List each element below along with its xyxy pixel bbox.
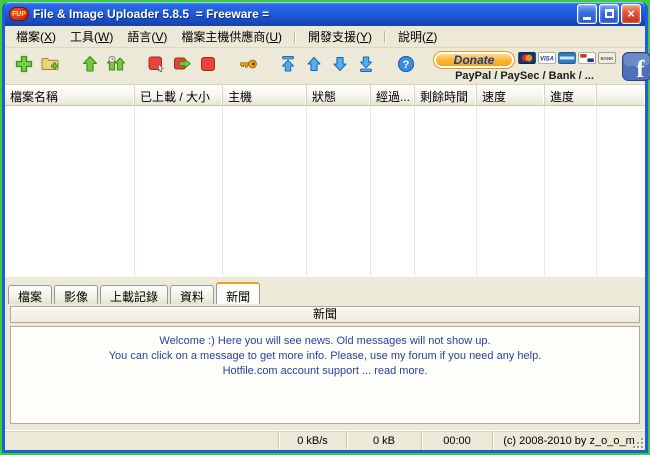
news-list: Welcome :) Here you will see news. Old m… (10, 326, 640, 424)
window-title: File & Image Uploader 5.8.5 = Freeware = (33, 7, 573, 21)
column-header-elapsed[interactable]: 經過... (371, 85, 415, 105)
skip-button[interactable] (169, 53, 195, 79)
accounts-key-icon (238, 54, 258, 79)
status-time: 00:00 (421, 431, 492, 450)
column-gridline (222, 106, 223, 277)
file-list-header: 檔案名稱已上載 / 大小主機狀態經過...剩餘時間速度進度 (5, 85, 645, 106)
move-bottom-button[interactable] (353, 53, 379, 79)
column-gridline (370, 106, 371, 277)
toolbar: ? Donate VISA BANK PayPal / PaySec / Bank… (5, 48, 645, 85)
help-button[interactable]: ? (393, 53, 419, 79)
move-bottom-icon (356, 54, 376, 79)
menu-help[interactable]: 說明(Z) (391, 26, 444, 47)
close-button[interactable]: × (621, 4, 641, 24)
column-header-host[interactable]: 主機 (223, 85, 307, 105)
stop-current-icon (146, 54, 166, 79)
svg-text:f: f (636, 56, 645, 81)
visa-icon: VISA (538, 51, 556, 69)
card-generic-icon (578, 51, 596, 69)
menu-file-hosts[interactable]: 檔案主機供應商(U) (174, 26, 289, 47)
column-gridline (134, 106, 135, 277)
file-list[interactable] (5, 106, 645, 277)
upload-icon (80, 54, 100, 79)
column-gridline (306, 106, 307, 277)
status-bar: 0 kB/s0 kB00:00(c) 2008-2010 by z_o_o_m (5, 430, 645, 450)
tab-images[interactable]: 影像 (54, 285, 98, 304)
donate-button[interactable]: Donate (433, 51, 515, 69)
menu-support-development[interactable]: 開發支援(Y) (301, 26, 379, 47)
add-files-icon (14, 54, 34, 79)
menu-tools[interactable]: 工具(W) (63, 26, 120, 47)
news-message[interactable]: Welcome :) Here you will see news. Old m… (11, 334, 639, 349)
upload-all-button[interactable] (103, 53, 129, 79)
move-down-button[interactable] (327, 53, 353, 79)
app-window: FUP File & Image Uploader 5.8.5 = Freewa… (2, 2, 648, 453)
column-header-progress[interactable]: 進度 (545, 85, 597, 105)
menu-file[interactable]: 檔案(X) (9, 26, 63, 47)
news-header: 新聞 (10, 306, 640, 323)
status-size: 0 kB (346, 431, 421, 450)
column-header-speed[interactable]: 速度 (477, 85, 545, 105)
column-header-remaining-time[interactable]: 剩餘時間 (415, 85, 477, 105)
upload-all-icon (106, 54, 126, 79)
move-up-icon (304, 54, 324, 79)
title-bar[interactable]: FUP File & Image Uploader 5.8.5 = Freewa… (5, 2, 645, 26)
column-header-status[interactable]: 狀態 (307, 85, 371, 105)
mastercard-icon (518, 51, 536, 69)
add-folder-icon (40, 54, 60, 79)
payment-icons: VISA BANK (518, 51, 616, 69)
menu-separator (294, 31, 296, 43)
column-gridline (544, 106, 545, 277)
svg-text:BANK: BANK (601, 56, 615, 61)
status-speed: 0 kB/s (278, 431, 346, 450)
news-message[interactable]: Hotfile.com account support ... read mor… (11, 364, 639, 379)
news-message[interactable]: You can click on a message to get more i… (11, 349, 639, 364)
stop-all-button[interactable] (195, 53, 221, 79)
add-files-button[interactable] (11, 53, 37, 79)
app-icon: FUP (9, 7, 29, 21)
tab-files[interactable]: 檔案 (8, 285, 52, 304)
column-gridline (596, 106, 597, 277)
menu-language[interactable]: 語言(V) (120, 26, 174, 47)
toolbar-buttons: ? (11, 53, 433, 79)
menu-bar: 檔案(X)工具(W)語言(V)檔案主機供應商(U) 開發支援(Y) 說明(Z) (5, 26, 645, 48)
resize-grip[interactable] (631, 436, 643, 448)
tab-strip: 檔案影像上載記錄資料新聞 (5, 282, 645, 304)
svg-text:?: ? (403, 59, 410, 71)
menu-separator (384, 31, 386, 43)
stop-current-button[interactable] (143, 53, 169, 79)
status-spacer (5, 431, 278, 450)
skip-icon (172, 54, 192, 79)
column-gridline (414, 106, 415, 277)
tab-news[interactable]: 新聞 (216, 282, 260, 304)
bank-icon: BANK (598, 51, 616, 69)
move-down-icon (330, 54, 350, 79)
move-up-button[interactable] (301, 53, 327, 79)
tab-data[interactable]: 資料 (170, 285, 214, 304)
donate-caption: PayPal / PaySec / Bank / ... (455, 70, 594, 82)
minimize-button[interactable] (577, 4, 597, 24)
column-header-filename[interactable]: 檔案名稱 (5, 85, 135, 105)
stop-all-icon (198, 54, 218, 79)
help-icon: ? (396, 54, 416, 79)
column-header-filler (597, 85, 645, 105)
column-gridline (476, 106, 477, 277)
amex-icon (558, 51, 576, 69)
facebook-icon[interactable]: f (622, 52, 650, 81)
move-top-button[interactable] (275, 53, 301, 79)
tab-upload-log[interactable]: 上載記錄 (100, 285, 168, 304)
status-copyright: (c) 2008-2010 by z_o_o_m (492, 431, 645, 450)
upload-button[interactable] (77, 53, 103, 79)
move-top-icon (278, 54, 298, 79)
add-folder-button[interactable] (37, 53, 63, 79)
accounts-key-button[interactable] (235, 53, 261, 79)
donate-area: Donate VISA BANK PayPal / PaySec / Bank /… (433, 51, 650, 82)
column-header-uploaded-size[interactable]: 已上載 / 大小 (135, 85, 223, 105)
news-tab-page: 新聞 Welcome :) Here you will see news. Ol… (5, 304, 645, 427)
svg-text:VISA: VISA (540, 56, 554, 62)
maximize-button[interactable] (599, 4, 619, 24)
